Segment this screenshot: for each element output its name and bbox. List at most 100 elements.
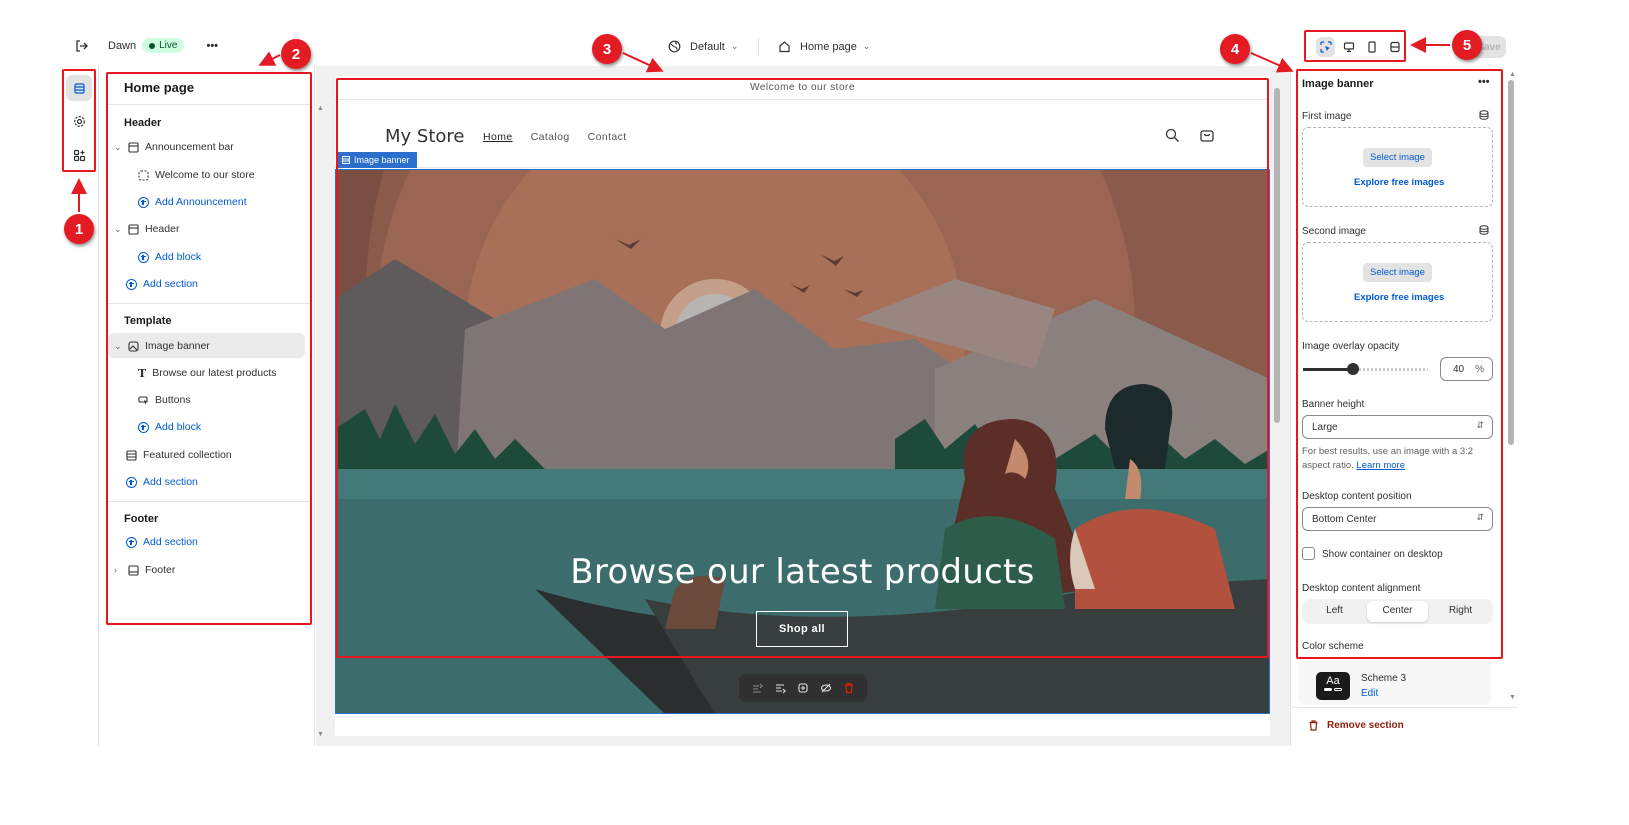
template-selector[interactable]: Default ⌄ <box>668 40 738 53</box>
panel-divider <box>314 66 315 746</box>
duplicate-icon[interactable] <box>797 682 809 694</box>
callout-5: 5 <box>1452 30 1482 60</box>
settings-divider <box>1290 66 1291 746</box>
plus-circle-icon <box>138 251 149 263</box>
footer-divider <box>1291 707 1517 708</box>
settings-scrollbar[interactable] <box>1507 78 1515 703</box>
banner-height-select[interactable]: Large ⇵ <box>1302 415 1493 439</box>
store-logo[interactable]: My Store <box>385 126 464 147</box>
text-icon: T <box>138 366 147 380</box>
full-screen-icon[interactable] <box>1385 37 1404 57</box>
opacity-input[interactable]: 40% <box>1440 357 1493 381</box>
add-block-button[interactable]: Add block <box>138 247 201 267</box>
group-footer: Footer <box>124 513 159 525</box>
image-icon <box>128 340 139 352</box>
home-icon <box>778 40 791 53</box>
template-label: Default <box>690 40 725 53</box>
alignment-center-option[interactable]: Center <box>1367 601 1428 622</box>
section-icon <box>126 449 137 461</box>
tree-item-footer[interactable]: › Footer <box>114 560 175 580</box>
header-border <box>335 167 1270 168</box>
announcement-bar[interactable]: Welcome to our store <box>335 76 1270 100</box>
section-toolbar <box>739 674 867 702</box>
banner-heading[interactable]: Browse our latest products <box>335 552 1270 592</box>
delete-icon[interactable] <box>843 682 855 694</box>
preview-scrollbar[interactable] <box>1273 78 1281 733</box>
tree-item-header[interactable]: ⌄ Header <box>114 219 179 239</box>
store-preview[interactable]: Welcome to our store My Store Home Catal… <box>335 76 1270 736</box>
tree-item-welcome[interactable]: Welcome to our store <box>138 165 255 185</box>
plus-circle-icon <box>126 278 137 290</box>
cart-icon[interactable] <box>1199 127 1215 143</box>
tree-item-heading-block[interactable]: T Browse our latest products <box>138 363 277 383</box>
nav-link-catalog[interactable]: Catalog <box>531 131 570 143</box>
move-down-icon[interactable] <box>774 682 786 694</box>
scroll-up-icon[interactable]: ▲ <box>317 105 324 113</box>
inspector-icon[interactable] <box>1316 37 1335 57</box>
first-image-picker[interactable] <box>1302 127 1493 207</box>
explore-free-images-link[interactable]: Explore free images <box>1354 292 1444 303</box>
select-image-button[interactable]: Select image <box>1363 148 1432 167</box>
scroll-up-icon[interactable]: ▲ <box>1509 71 1516 78</box>
shop-all-button[interactable]: Shop all <box>756 611 848 647</box>
tree-item-image-banner[interactable]: ⌄ Image banner <box>114 336 210 356</box>
banner-height-label: Banner height <box>1302 399 1365 410</box>
group-header: Header <box>124 117 162 129</box>
opacity-slider-track[interactable] <box>1303 363 1428 375</box>
hide-icon[interactable] <box>820 682 832 694</box>
nav-link-home[interactable]: Home <box>483 131 513 143</box>
chevron-down-icon[interactable]: ⌄ <box>114 341 122 352</box>
device-toggle-group <box>1312 34 1404 60</box>
dynamic-source-icon[interactable] <box>1479 225 1489 235</box>
remove-section-button[interactable]: Remove section <box>1308 720 1404 731</box>
add-section-button[interactable]: Add section <box>126 472 198 492</box>
sections-icon[interactable] <box>66 75 92 101</box>
learn-more-link[interactable]: Learn more <box>1356 460 1405 471</box>
page-selector[interactable]: Home page ⌄ <box>778 40 870 53</box>
tree-item-buttons-block[interactable]: Buttons <box>138 390 191 410</box>
section-icon <box>342 156 350 164</box>
add-block-button[interactable]: Add block <box>138 417 201 437</box>
alignment-left-option[interactable]: Left <box>1304 601 1365 622</box>
nav-link-contact[interactable]: Contact <box>588 131 627 143</box>
second-image-picker[interactable] <box>1302 242 1493 322</box>
dynamic-source-icon[interactable] <box>1479 110 1489 120</box>
add-section-button[interactable]: Add section <box>126 274 198 294</box>
select-chevron-icon: ⇵ <box>1476 420 1484 430</box>
explore-free-images-link[interactable]: Explore free images <box>1354 177 1444 188</box>
gear-icon[interactable] <box>66 108 92 134</box>
overlay-opacity-label: Image overlay opacity <box>1302 341 1400 352</box>
search-icon[interactable] <box>1165 128 1180 143</box>
scroll-down-icon[interactable]: ▼ <box>1509 694 1516 701</box>
show-container-checkbox[interactable] <box>1302 547 1315 560</box>
chevron-right-icon[interactable]: › <box>114 565 122 575</box>
opacity-slider-thumb[interactable] <box>1347 363 1359 375</box>
desktop-view-icon[interactable] <box>1339 37 1358 57</box>
alignment-right-option[interactable]: Right <box>1430 601 1491 622</box>
exit-icon[interactable] <box>74 39 88 53</box>
section-icon <box>128 141 139 153</box>
settings-more-button[interactable]: ••• <box>1478 76 1490 88</box>
theme-name: Dawn <box>108 39 137 52</box>
color-scheme-label: Color scheme <box>1302 641 1364 652</box>
add-announcement-button[interactable]: Add Announcement <box>138 192 247 212</box>
more-actions-button[interactable]: ••• <box>206 40 218 52</box>
button-block-icon <box>138 395 149 406</box>
tree-item-featured-collection[interactable]: Featured collection <box>126 445 232 465</box>
select-image-button[interactable]: Select image <box>1363 263 1432 282</box>
mobile-view-icon[interactable] <box>1362 37 1381 57</box>
apps-icon[interactable] <box>66 142 92 168</box>
second-image-label: Second image <box>1302 226 1366 237</box>
plus-circle-icon <box>126 536 137 548</box>
move-up-icon[interactable] <box>751 682 763 694</box>
scrollbar-thumb[interactable] <box>1274 88 1280 423</box>
chevron-down-icon[interactable]: ⌄ <box>114 224 122 235</box>
chevron-down-icon[interactable]: ⌄ <box>114 142 122 153</box>
globe-icon <box>668 40 681 53</box>
color-scheme-edit-link[interactable]: Edit <box>1361 688 1378 699</box>
scroll-down-icon[interactable]: ▼ <box>317 731 324 739</box>
scrollbar-thumb[interactable] <box>1508 80 1514 445</box>
tree-item-announcement-bar[interactable]: ⌄ Announcement bar <box>114 137 234 157</box>
add-section-button[interactable]: Add section <box>126 532 198 552</box>
desktop-position-select[interactable]: Bottom Center ⇵ <box>1302 507 1493 531</box>
